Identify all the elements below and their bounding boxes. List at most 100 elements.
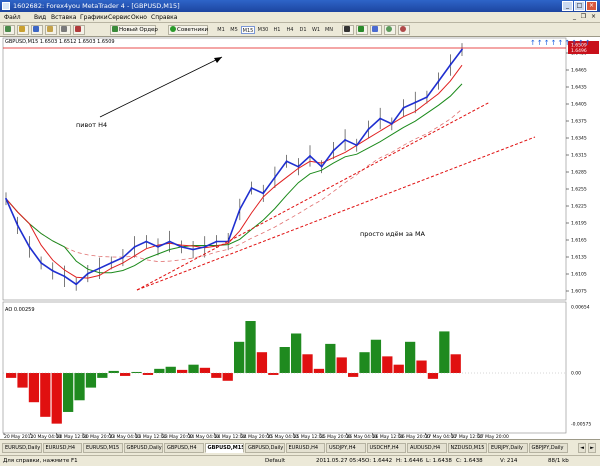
chart-tab[interactable]: EURUSD,H4 (42, 443, 82, 453)
timeframe-m15[interactable]: M15 (241, 26, 255, 34)
price-point (203, 245, 206, 248)
price-point (414, 101, 417, 104)
timeframe-mn[interactable]: MN (323, 26, 335, 34)
chart-tab[interactable]: EURUSD,M15 (83, 443, 123, 453)
menu-help[interactable]: Справка (151, 14, 177, 21)
status-help: Для справки, нажмите F1 (3, 458, 78, 464)
new-order-label: Новый Ордер (119, 27, 158, 33)
ao-bar (450, 354, 461, 373)
ao-bar (199, 367, 211, 373)
line-chart-button[interactable] (370, 25, 382, 35)
strategy-tester-button[interactable] (73, 25, 85, 35)
price-point (192, 248, 194, 251)
menu-window[interactable]: Окно (131, 14, 147, 21)
timeframe-m30[interactable]: M30 (256, 26, 270, 34)
chart-tab[interactable]: AUDUSD,H4 (407, 443, 447, 453)
ao-bar (279, 347, 290, 373)
window-titlebar[interactable]: 1602682: Forex4you MetaTrader 4 - [GBPUS… (0, 0, 600, 12)
chart-tab[interactable]: EURUSD,Daily (2, 443, 42, 453)
chart-symbol-info: GBPUSD,M15 1.6503 1.6512 1.6503 1.6509 (5, 39, 115, 45)
child-close-button[interactable]: × (589, 13, 598, 21)
chart-tab[interactable]: EURUSD,H4 (285, 443, 325, 453)
price-point (180, 245, 183, 248)
experts-button[interactable]: Советники (168, 25, 208, 35)
new-order-button[interactable]: Новый Ордер (110, 25, 158, 35)
price-axis-label: 1.6135 (571, 255, 587, 261)
price-point (238, 208, 241, 211)
profiles-button[interactable] (17, 25, 29, 35)
price-point (262, 192, 265, 195)
tab-scroll-right[interactable]: ► (588, 443, 596, 453)
price-point (332, 149, 335, 152)
chart-tab[interactable]: USDJPY,H4 (326, 443, 366, 453)
new-chart-button[interactable] (3, 25, 15, 35)
chart-tab[interactable]: EURJPY,Daily (488, 443, 528, 453)
chart-tab[interactable]: GBPUSD,Daily (245, 443, 285, 453)
menu-charts[interactable]: Графики (80, 14, 108, 21)
timeframe-h4[interactable]: H4 (284, 26, 296, 34)
ao-bar (40, 373, 51, 417)
price-point (133, 245, 136, 248)
folder-icon (19, 26, 25, 32)
signal-arrows: ↑↑↑↑↑↑↑↑↑ (530, 39, 592, 47)
price-point (51, 270, 54, 272)
price-point (449, 64, 452, 66)
price-point (215, 240, 218, 243)
annotation-follow-ma: просто идём за МА (360, 230, 426, 238)
menu-tools[interactable]: Сервис (108, 14, 130, 21)
chart-tab[interactable]: GBPUSD,Daily (123, 443, 163, 453)
chart-tab[interactable]: GBPJPY,Daily (528, 443, 568, 453)
new-order-icon (112, 26, 118, 32)
maximize-button[interactable]: □ (574, 1, 585, 11)
chart-tab[interactable]: NZDUSD,M15 (447, 443, 487, 453)
bar-chart-button[interactable] (342, 25, 354, 35)
timeframe-d1[interactable]: D1 (297, 26, 309, 34)
menu-view[interactable]: Вид (34, 14, 46, 21)
ao-bar (427, 373, 439, 379)
price-point (250, 187, 253, 189)
price-axis-label: 1.6405 (571, 102, 587, 108)
price-point (390, 122, 393, 125)
timeframe-w1[interactable]: W1 (310, 26, 322, 34)
navigator-button[interactable] (45, 25, 57, 35)
ao-bar (245, 321, 256, 373)
timeframe-m5[interactable]: M5 (228, 26, 240, 34)
timeframe-h1[interactable]: H1 (271, 26, 283, 34)
menu-insert[interactable]: Вставка (51, 14, 76, 21)
price-point (320, 165, 323, 168)
terminal-button[interactable] (59, 25, 71, 35)
market-watch-button[interactable] (31, 25, 43, 35)
status-profile: Default (265, 458, 286, 464)
price-axis-label: 1.6345 (571, 136, 587, 142)
chart-tab[interactable]: USDCHF,H4 (366, 443, 406, 453)
ao-bar (85, 373, 97, 388)
zoom-out-icon (400, 26, 406, 32)
ao-bar (405, 341, 416, 373)
ao-bar (6, 373, 17, 378)
menu-file[interactable]: Файл (4, 14, 21, 21)
status-high: H: 1.6446 (396, 458, 423, 464)
chart-window[interactable]: 1.64801.64651.64351.64051.63751.63451.63… (0, 37, 600, 440)
status-close: C: 1.6438 (456, 458, 483, 464)
price-chart[interactable]: 1.64801.64651.64351.64051.63751.63451.63… (0, 37, 600, 440)
child-restore-button[interactable]: ❐ (579, 13, 588, 21)
price-point (426, 96, 428, 99)
price-point (437, 80, 440, 82)
price-axis-label: 1.6195 (571, 221, 587, 227)
ao-bar (325, 343, 336, 373)
tab-scroll-left[interactable]: ◄ (578, 443, 586, 453)
main-toolbar: Новый Ордер Советники M1 M5 M15 M30 H1 H… (0, 23, 600, 37)
chart-tab[interactable]: GBPUSD,M15 (204, 443, 244, 453)
price-point (16, 224, 19, 227)
child-minimize-button[interactable]: _ (570, 13, 579, 21)
zoom-in-button[interactable] (384, 25, 396, 35)
minimize-button[interactable]: _ (562, 1, 573, 11)
close-button[interactable]: × (586, 1, 597, 11)
timeframe-m1[interactable]: M1 (215, 26, 227, 34)
price-axis-label: 1.6435 (571, 85, 587, 91)
zoom-out-button[interactable] (398, 25, 410, 35)
price-point (344, 139, 346, 141)
chart-tab[interactable]: GBPUSD,H4 (164, 443, 204, 453)
candle-chart-button[interactable] (356, 25, 368, 35)
ao-bar (370, 339, 382, 373)
